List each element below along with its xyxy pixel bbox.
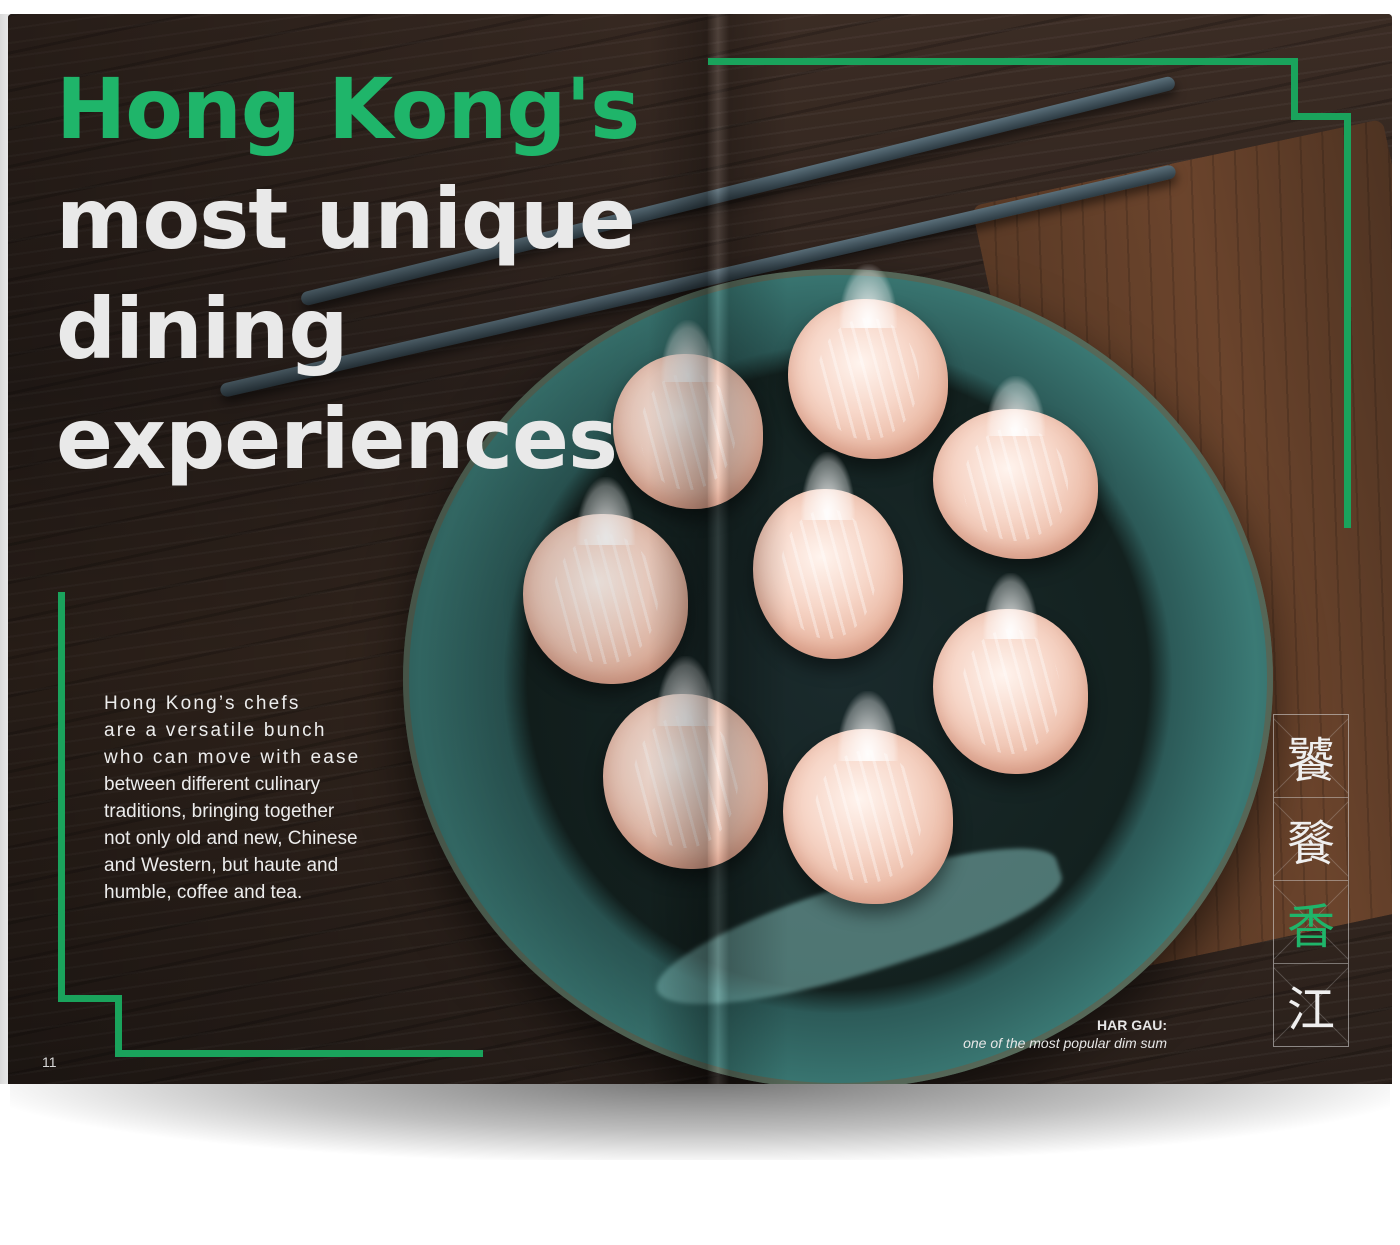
headline-line-4: experiences — [56, 390, 618, 488]
paragraph-line: traditions, bringing together — [104, 801, 335, 822]
paragraph-line: and Western, but haute and — [104, 855, 339, 876]
vertical-character-column: 饕 餮 香 江 — [1273, 714, 1349, 1047]
paragraph-line: humble, coffee and tea. — [104, 882, 303, 903]
caption-subtitle: one of the most popular dim sum — [963, 1035, 1167, 1051]
spread-shadow — [10, 1080, 1390, 1160]
green-frame-right — [708, 58, 1368, 538]
paragraph-line: Hong Kong’s chefs — [104, 693, 301, 714]
chinese-character: 餮 — [1274, 798, 1348, 881]
headline-line-3: dining — [56, 280, 348, 378]
headline-line-1: Hong Kong's — [56, 60, 640, 158]
intro-paragraph: Hong Kong’s chefs are a versatile bunch … — [104, 690, 404, 906]
paragraph-line: who can move with ease — [104, 747, 361, 768]
photo-caption: HAR GAU: one of the most popular dim sum — [963, 1017, 1167, 1051]
page-number: 11 — [42, 1054, 57, 1070]
headline: Hong Kong's most unique dining experienc… — [56, 54, 640, 494]
chinese-character: 江 — [1274, 964, 1348, 1046]
magazine-stage: Hong Kong's most unique dining experienc… — [0, 0, 1400, 1245]
magazine-spread: Hong Kong's most unique dining experienc… — [8, 14, 1392, 1084]
paragraph-line: not only old and new, Chinese — [104, 828, 358, 849]
paragraph-line: are a versatile bunch — [104, 720, 327, 741]
chinese-character: 饕 — [1274, 715, 1348, 798]
paragraph-line: between different culinary — [104, 774, 321, 795]
headline-line-2: most unique — [56, 170, 636, 268]
chinese-character-highlight: 香 — [1274, 881, 1348, 964]
caption-title: HAR GAU: — [1097, 1017, 1167, 1033]
